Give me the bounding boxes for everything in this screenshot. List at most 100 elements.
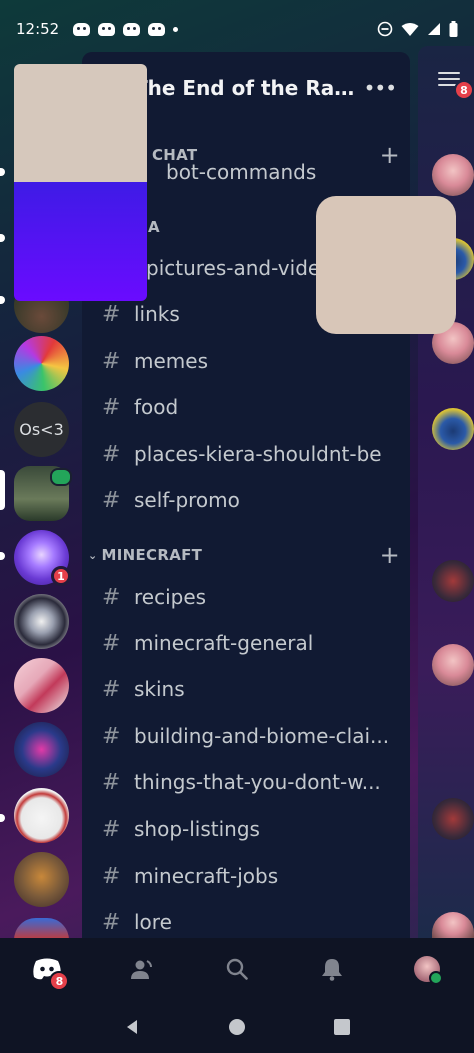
- server-icon-text[interactable]: Os<3: [14, 402, 69, 457]
- channel-name: shop-listings: [134, 817, 260, 841]
- nav-friends[interactable]: [118, 945, 166, 993]
- channel-minecraft-general[interactable]: # minecraft-general: [82, 623, 410, 663]
- channel-name: bot-commands: [166, 160, 317, 184]
- channel-memes[interactable]: # memes: [82, 341, 410, 381]
- category-minecraft[interactable]: ⌄ MINECRAFT +: [82, 540, 410, 570]
- channel-name: food: [134, 395, 179, 419]
- channel-hash-icon: #: [102, 909, 121, 935]
- channel-name: places-kiera-shouldnt-be: [134, 442, 382, 466]
- menu-badge: 8: [454, 80, 474, 100]
- home-icon[interactable]: [228, 1018, 246, 1036]
- preview-top-panel: [14, 64, 147, 182]
- floating-image-thumbnail[interactable]: [316, 196, 456, 334]
- message-avatar[interactable]: [432, 560, 474, 602]
- video-call-badge: [50, 468, 72, 486]
- server-icon[interactable]: [14, 722, 69, 777]
- channel-name: recipes: [134, 585, 207, 609]
- channel-hash-icon: #: [102, 301, 121, 327]
- category-label: A: [148, 218, 160, 236]
- channel-name: skins: [134, 677, 185, 701]
- channel-hash-icon: #: [102, 441, 121, 467]
- channel-building-and-biome-claims[interactable]: # building-and-biome-clai...: [82, 716, 410, 756]
- channel-hash-icon: #: [102, 676, 121, 702]
- server-icon[interactable]: [14, 788, 69, 843]
- bell-icon: [321, 959, 342, 981]
- channel-hash-icon: #: [102, 348, 121, 374]
- channel-shop-listings[interactable]: # shop-listings: [82, 809, 410, 849]
- nav-search[interactable]: [213, 945, 261, 993]
- guild-more-icon[interactable]: •••: [364, 76, 397, 100]
- discord-notification-icon: [123, 22, 141, 36]
- channel-things-that-you-dont-want[interactable]: # things-that-you-dont-w...: [82, 762, 410, 802]
- channel-name: pictures-and-vide: [146, 256, 321, 280]
- profile-avatar: [413, 956, 443, 985]
- channel-recipes[interactable]: # recipes: [82, 577, 410, 617]
- discord-notification-icon: [148, 22, 166, 36]
- message-avatar[interactable]: [432, 798, 474, 840]
- preview-bottom-panel: [14, 182, 147, 301]
- discord-notification-icon: [98, 22, 116, 36]
- channel-name: links: [134, 302, 180, 326]
- message-avatar[interactable]: [432, 408, 474, 450]
- category-label: MINECRAFT: [101, 546, 203, 564]
- channel-lore[interactable]: # lore: [82, 902, 410, 938]
- channel-name: memes: [134, 349, 208, 373]
- channel-skins[interactable]: # skins: [82, 669, 410, 709]
- channel-hash-icon: #: [102, 487, 121, 513]
- message-avatar[interactable]: [432, 644, 474, 686]
- more-notifications-dot: [173, 26, 179, 32]
- recents-icon[interactable]: [333, 1018, 351, 1036]
- discord-notification-icon: [73, 22, 91, 36]
- android-navigation-bar: [0, 1000, 474, 1053]
- nav-notifications[interactable]: [308, 945, 356, 993]
- channel-self-promo[interactable]: # self-promo: [82, 480, 410, 520]
- server-icon[interactable]: [14, 336, 69, 391]
- server-unread-pill: [0, 168, 5, 176]
- channel-name: minecraft-general: [134, 631, 314, 655]
- channel-hash-icon: #: [102, 723, 121, 749]
- channel-name: building-and-biome-clai...: [134, 724, 390, 748]
- nav-home[interactable]: 8: [23, 945, 71, 993]
- channel-hash-icon: #: [102, 769, 121, 795]
- channel-hash-icon: #: [102, 630, 121, 656]
- channel-name: minecraft-jobs: [134, 864, 279, 888]
- mention-badge: 1: [51, 566, 71, 586]
- status-time: 12:52: [16, 20, 60, 38]
- server-icon[interactable]: [14, 658, 69, 713]
- back-icon[interactable]: [123, 1018, 141, 1036]
- floating-image-preview[interactable]: [14, 64, 147, 301]
- channel-name: lore: [134, 910, 172, 934]
- channel-places-kiera-shouldnt-be[interactable]: # places-kiera-shouldnt-be: [82, 434, 410, 474]
- chevron-down-icon: ⌄: [88, 548, 98, 562]
- home-badge: 8: [49, 971, 70, 991]
- message-avatar[interactable]: [432, 154, 474, 196]
- bottom-nav: 8: [0, 938, 474, 1000]
- server-unread-pill: [0, 234, 5, 242]
- server-unread-pill: [0, 814, 5, 822]
- nav-profile[interactable]: [403, 945, 451, 993]
- channel-food[interactable]: # food: [82, 387, 410, 427]
- status-bar: 12:52: [0, 0, 474, 58]
- signal-icon: [428, 23, 440, 35]
- server-icon[interactable]: [14, 594, 69, 649]
- server-icon[interactable]: [14, 852, 69, 907]
- channel-name: things-that-you-dont-w...: [134, 770, 381, 794]
- status-system-icons: [377, 21, 458, 37]
- guild-name[interactable]: The End of the Rain...: [134, 76, 356, 100]
- server-unread-pill: [0, 296, 5, 304]
- status-notification-icons: [73, 22, 179, 36]
- channel-hash-icon: #: [102, 394, 121, 420]
- search-icon: [226, 958, 248, 980]
- channel-name: self-promo: [134, 488, 240, 512]
- server-unread-pill: [0, 552, 5, 560]
- channel-hash-icon: #: [102, 863, 121, 889]
- battery-icon: [449, 21, 458, 37]
- server-icon[interactable]: [14, 918, 69, 940]
- server-selected-pill: [0, 470, 5, 510]
- add-channel-icon[interactable]: +: [380, 541, 400, 569]
- channel-minecraft-jobs[interactable]: # minecraft-jobs: [82, 856, 410, 896]
- channel-hash-icon: #: [102, 584, 121, 610]
- friends-wave-icon: [131, 960, 153, 979]
- wifi-icon: [401, 22, 419, 36]
- do-not-disturb-icon: [377, 21, 393, 37]
